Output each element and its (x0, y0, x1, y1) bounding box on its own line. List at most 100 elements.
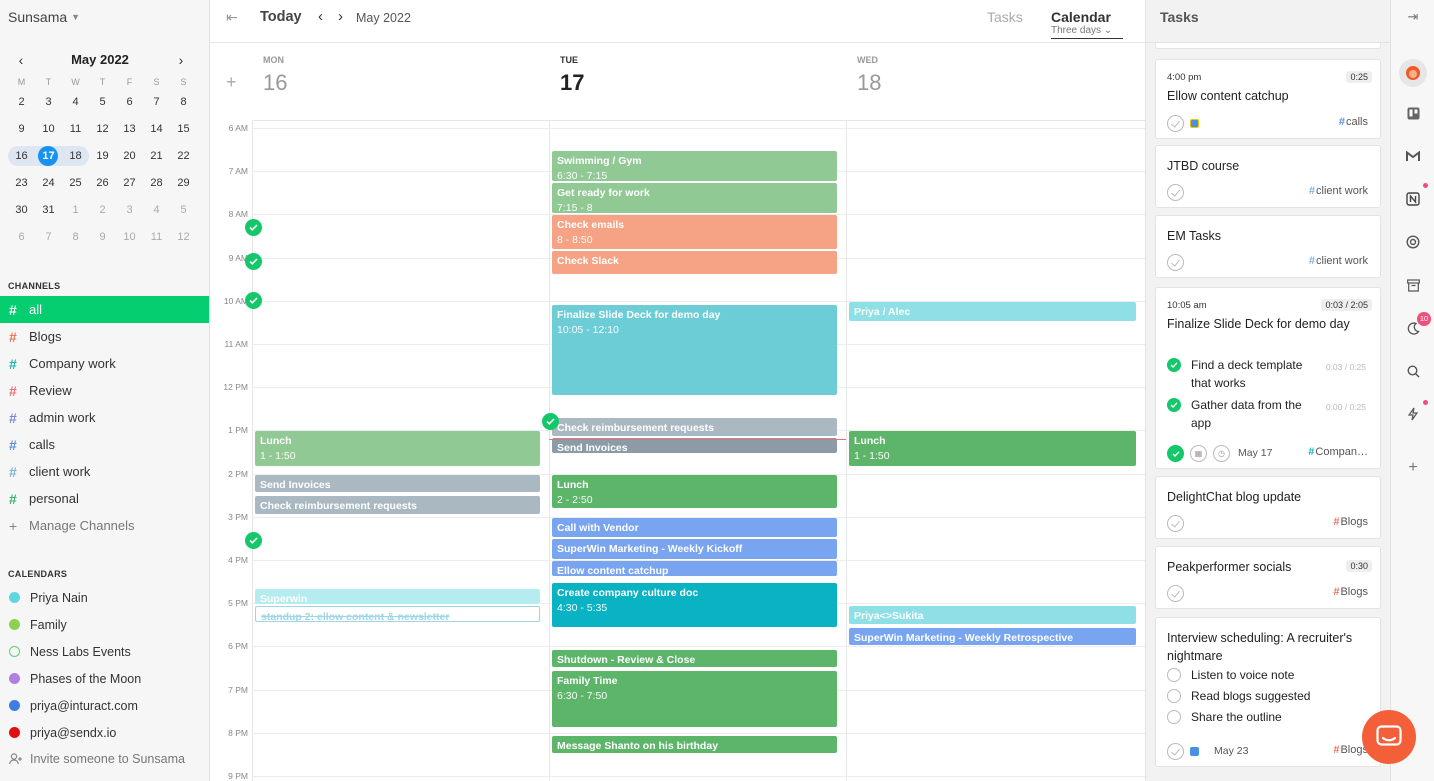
mini-calendar-day[interactable]: 2 (8, 92, 35, 112)
search-icon[interactable] (1405, 363, 1421, 379)
task-card[interactable]: 10:05 am 0:03 / 2:05 Finalize Slide Deck f… (1155, 287, 1381, 469)
channel-company-work[interactable]: # Company work (0, 350, 209, 377)
calendar-color-dot[interactable] (9, 646, 20, 657)
mini-calendar-day[interactable]: 20 (116, 146, 143, 166)
chat-button[interactable] (1362, 710, 1416, 764)
tab-tasks[interactable]: Tasks (987, 9, 1023, 25)
calendar-item[interactable]: priya@inturact.com (0, 692, 209, 719)
calendar-event[interactable]: Check Slack (552, 251, 837, 274)
mini-calendar-day[interactable]: 5 (170, 200, 197, 220)
complete-task-icon[interactable] (1167, 585, 1184, 602)
calendar-color-dot[interactable] (9, 673, 20, 684)
mini-calendar-day[interactable]: 16 (8, 145, 35, 166)
calendar-color-dot[interactable] (9, 619, 20, 630)
day-header-mon[interactable]: MON 16 (252, 43, 549, 121)
calendar-item[interactable]: Phases of the Moon (0, 665, 209, 692)
complete-task-icon[interactable] (1167, 515, 1184, 532)
calendar-event[interactable]: Priya<>Sukita (849, 606, 1136, 624)
calendar-event[interactable]: Call with Vendor (552, 517, 837, 538)
completed-check-icon[interactable] (245, 292, 262, 310)
mini-calendar-day[interactable]: 7 (143, 92, 170, 112)
task-card[interactable]: EM Tasks #client work (1155, 215, 1381, 278)
mini-calendar-day[interactable]: 2 (89, 200, 116, 220)
calendar-event[interactable]: Get ready for work 7:15 - 8 (552, 183, 837, 214)
complete-task-icon[interactable] (1167, 254, 1184, 271)
calendar-event[interactable]: SuperWin Marketing - Weekly Retrospectiv… (849, 627, 1136, 646)
invite-button[interactable]: Invite someone to Sunsama (9, 752, 185, 766)
complete-task-icon[interactable] (1167, 743, 1184, 760)
day-header-tue[interactable]: TUE 17 (549, 43, 846, 121)
channel-client-work[interactable]: # client work (0, 458, 209, 485)
calendar-event[interactable]: Lunch 2 - 2:50 (552, 474, 837, 509)
task-card[interactable]: DelightChat blog update #Blogs (1155, 476, 1381, 539)
calendar-item[interactable]: Ness Labs Events (0, 638, 209, 665)
clock-icon[interactable]: ◷ (1213, 445, 1230, 462)
calendar-event[interactable]: Priya / Alec (849, 301, 1136, 322)
complete-task-icon[interactable] (1167, 115, 1184, 132)
task-duration[interactable]: 0:25 (1346, 71, 1372, 83)
notion-icon[interactable] (1405, 191, 1421, 207)
calendar-item[interactable]: Family (0, 611, 209, 638)
task-card[interactable]: 0:30 Peakperformer socials #Blogs (1155, 546, 1381, 609)
subtask-checkbox-icon[interactable] (1167, 668, 1181, 682)
mini-calendar-day[interactable]: 29 (170, 173, 197, 193)
calendar-event[interactable]: Check emails 8 - 8:50 (552, 215, 837, 250)
mini-calendar-day[interactable]: 26 (89, 173, 116, 193)
mini-calendar-day[interactable]: 3 (35, 92, 62, 112)
tab-calendar[interactable]: Calendar (1051, 9, 1111, 25)
calendar-event[interactable]: Lunch 1 - 1:50 (255, 431, 540, 467)
task-channel-tag[interactable]: #Compan… (1308, 446, 1368, 458)
task-duration[interactable]: 0:03 / 2:05 (1321, 299, 1372, 311)
calendar-event[interactable]: Send Invoices (255, 474, 540, 493)
mini-calendar-day[interactable]: 10 (116, 227, 143, 247)
calendar-event[interactable]: Lunch 1 - 1:50 (849, 431, 1136, 467)
calendar-event[interactable]: Send Invoices (552, 437, 837, 453)
calendar-icon[interactable]: ▦ (1190, 445, 1207, 462)
channel-all[interactable]: # all (0, 296, 209, 323)
mini-calendar-day[interactable]: 8 (170, 92, 197, 112)
mini-calendar-day[interactable]: 4 (62, 92, 89, 112)
mini-calendar-day[interactable]: 6 (116, 92, 143, 112)
calendar-event[interactable]: Finalize Slide Deck for demo day 10:05 - … (552, 305, 837, 395)
calendar-event[interactable]: Family Time 6:30 - 7:50 (552, 671, 837, 728)
channel-calls[interactable]: # calls (0, 431, 209, 458)
calendar-event[interactable]: standup 2: ellow content & newsletter (255, 606, 540, 622)
mini-calendar-day[interactable]: 1 (62, 200, 89, 220)
calendar-item[interactable]: priya@sendx.io (0, 719, 209, 746)
completed-check-icon[interactable] (245, 532, 262, 550)
channel-admin-work[interactable]: # admin work (0, 404, 209, 431)
subtask-checkbox-icon[interactable] (1167, 710, 1181, 724)
task-title[interactable]: Ellow content catchup (1167, 87, 1367, 105)
mini-calendar-day[interactable]: 30 (8, 200, 35, 220)
mini-calendar-day[interactable]: 4 (143, 200, 170, 220)
mini-calendar-day[interactable]: 11 (143, 227, 170, 247)
day-header-wed[interactable]: WED 18 (846, 43, 1145, 121)
mini-calendar-day[interactable]: 3 (116, 200, 143, 220)
mini-calendar-day[interactable]: 21 (143, 146, 170, 166)
mini-calendar-day[interactable]: 27 (116, 173, 143, 193)
mini-calendar-day[interactable]: 19 (89, 146, 116, 166)
mini-calendar-day[interactable]: 25 (62, 173, 89, 193)
mini-calendar-day[interactable]: 5 (89, 92, 116, 112)
calendar-item[interactable]: Priya Nain (0, 584, 209, 611)
add-integration-icon[interactable]: + (1405, 459, 1421, 476)
task-title[interactable]: Interview scheduling: A recruiter's nigh… (1167, 629, 1367, 665)
calendar-event[interactable]: Shutdown - Review & Close (552, 649, 837, 667)
calendar-event[interactable]: Swimming / Gym 6:30 - 7:15 (552, 150, 837, 181)
mini-calendar-day[interactable]: 14 (143, 119, 170, 139)
mini-calendar-day[interactable]: 7 (35, 227, 62, 247)
calendar-event[interactable]: Superwin (255, 589, 540, 605)
mini-calendar-day[interactable]: 12 (89, 119, 116, 139)
mini-calendar-day[interactable]: 9 (89, 227, 116, 247)
task-due-date[interactable]: May 17 (1238, 447, 1272, 459)
task-channel-tag[interactable]: #client work (1309, 255, 1368, 267)
task-channel-tag[interactable]: #calls (1339, 116, 1368, 128)
calendar-event[interactable]: Check reimbursement requests (552, 418, 837, 436)
channel-review[interactable]: # Review (0, 377, 209, 404)
time-grid[interactable]: 6 AM 7 AM 8 AM 9 AM 10 AM 11 AM 12 PM 1 PM 2 PM 3… (210, 121, 1145, 781)
task-card[interactable]: 4:00 pm 0:25 Ellow content catchup #calls (1155, 59, 1381, 139)
subtask-checkbox-icon[interactable] (1167, 358, 1181, 372)
task-card[interactable]: Interview scheduling: A recruiter's nigh… (1155, 617, 1381, 767)
next-month-icon[interactable]: › (174, 52, 188, 68)
channel-blogs[interactable]: # Blogs (0, 323, 209, 350)
